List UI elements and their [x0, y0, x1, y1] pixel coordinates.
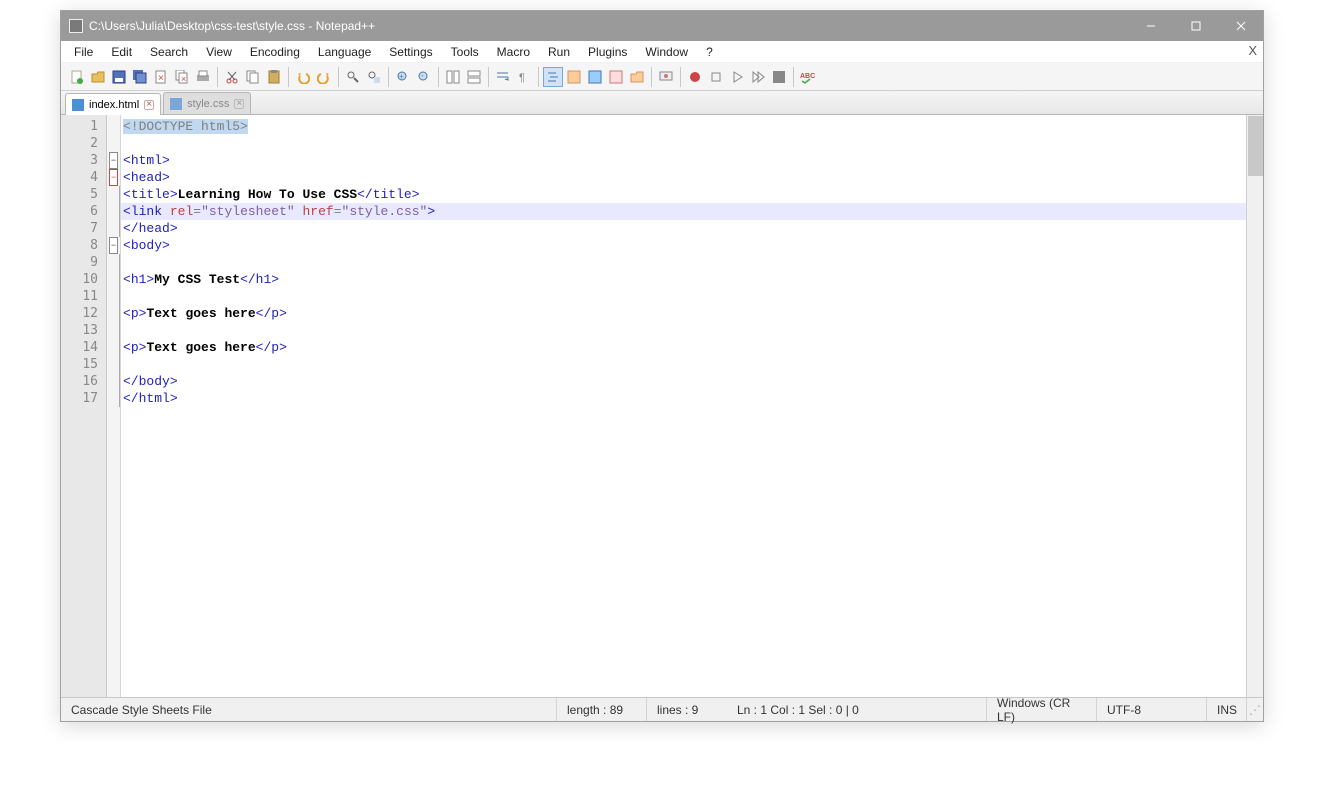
folder-icon[interactable] [627, 67, 647, 87]
sync-h-icon[interactable] [464, 67, 484, 87]
scrollbar-thumb[interactable] [1248, 116, 1263, 176]
new-file-icon[interactable] [67, 67, 87, 87]
vertical-scrollbar[interactable] [1246, 115, 1263, 697]
menu-settings[interactable]: Settings [380, 43, 441, 61]
minimize-button[interactable] [1128, 11, 1173, 41]
paste-icon[interactable] [264, 67, 284, 87]
tab-index-html[interactable]: index.html × [65, 93, 161, 115]
window-title: C:\Users\Julia\Desktop\css-test\style.cs… [89, 19, 1128, 33]
cut-icon[interactable] [222, 67, 242, 87]
tab-close-icon[interactable]: × [144, 100, 154, 110]
undo-icon[interactable] [293, 67, 313, 87]
func-list-icon[interactable] [606, 67, 626, 87]
menu-run[interactable]: Run [539, 43, 579, 61]
status-file-type: Cascade Style Sheets File [61, 698, 557, 721]
menu-tools[interactable]: Tools [442, 43, 488, 61]
menu-encoding[interactable]: Encoding [241, 43, 309, 61]
tab-style-css[interactable]: style.css × [163, 92, 251, 114]
maximize-button[interactable] [1173, 11, 1218, 41]
toolbar: × × + - ¶ ABC [61, 63, 1263, 91]
tab-close-icon[interactable]: × [234, 99, 244, 109]
line-number-gutter: 1234567891011121314151617 [61, 115, 107, 697]
menu-edit[interactable]: Edit [102, 43, 141, 61]
close-button[interactable] [1218, 11, 1263, 41]
play-icon[interactable] [727, 67, 747, 87]
menu-file[interactable]: File [65, 43, 102, 61]
status-insert-mode[interactable]: INS [1207, 698, 1247, 721]
tab-label: style.css [187, 98, 229, 110]
menu-view[interactable]: View [197, 43, 241, 61]
status-length: length : 89 [557, 698, 647, 721]
tab-label: index.html [89, 99, 139, 111]
close-file-icon[interactable]: × [151, 67, 171, 87]
find-icon[interactable] [343, 67, 363, 87]
udl-icon[interactable] [564, 67, 584, 87]
zoom-out-icon[interactable]: - [414, 67, 434, 87]
play-multi-icon[interactable] [748, 67, 768, 87]
notepadpp-window: C:\Users\Julia\Desktop\css-test\style.cs… [60, 10, 1264, 722]
print-icon[interactable] [193, 67, 213, 87]
svg-text:×: × [181, 74, 186, 84]
menubar: File Edit Search View Encoding Language … [61, 41, 1263, 63]
zoom-in-icon[interactable]: + [393, 67, 413, 87]
menu-search[interactable]: Search [141, 43, 197, 61]
svg-text:¶: ¶ [519, 72, 525, 84]
menu-macro[interactable]: Macro [488, 43, 539, 61]
menu-window[interactable]: Window [636, 43, 697, 61]
menu-language[interactable]: Language [309, 43, 380, 61]
status-encoding[interactable]: UTF-8 [1097, 698, 1207, 721]
spellcheck-icon[interactable]: ABC [798, 67, 818, 87]
monitor-icon[interactable] [656, 67, 676, 87]
svg-text:+: + [399, 72, 404, 81]
fold-box-icon[interactable]: − [109, 169, 118, 186]
redo-icon[interactable] [314, 67, 334, 87]
menu-plugins[interactable]: Plugins [579, 43, 636, 61]
save-all-icon[interactable] [130, 67, 150, 87]
statusbar: Cascade Style Sheets File length : 89 li… [61, 697, 1263, 721]
replace-icon[interactable] [364, 67, 384, 87]
fold-margin[interactable]: − − − [107, 115, 121, 697]
save-icon[interactable] [109, 67, 129, 87]
record-icon[interactable] [685, 67, 705, 87]
file-icon [72, 99, 84, 111]
status-position: Ln : 1 Col : 1 Sel : 0 | 0 [727, 698, 987, 721]
svg-text:×: × [158, 73, 164, 84]
fold-box-icon[interactable]: − [109, 237, 118, 254]
titlebar[interactable]: C:\Users\Julia\Desktop\css-test\style.cs… [61, 11, 1263, 41]
svg-text:ABC: ABC [800, 73, 815, 80]
stop-icon[interactable] [706, 67, 726, 87]
sync-v-icon[interactable] [443, 67, 463, 87]
file-icon [170, 98, 182, 110]
close-all-icon[interactable]: × [172, 67, 192, 87]
resize-grip-icon[interactable]: ⋰ [1247, 703, 1263, 717]
tab-strip: index.html × style.css × [61, 91, 1263, 115]
save-macro-icon[interactable] [769, 67, 789, 87]
doc-map-icon[interactable] [585, 67, 605, 87]
show-all-chars-icon[interactable]: ¶ [514, 67, 534, 87]
app-icon [69, 19, 83, 33]
editor-area[interactable]: 1234567891011121314151617 − − − <!DOCTYP… [61, 115, 1263, 697]
status-lines: lines : 9 [647, 698, 727, 721]
menu-help[interactable]: ? [697, 43, 722, 61]
document-close-x[interactable]: X [1248, 43, 1257, 58]
open-file-icon[interactable] [88, 67, 108, 87]
word-wrap-icon[interactable] [493, 67, 513, 87]
svg-text:-: - [421, 71, 424, 80]
status-eol[interactable]: Windows (CR LF) [987, 698, 1097, 721]
fold-box-icon[interactable]: − [109, 152, 118, 169]
indent-guide-icon[interactable] [543, 67, 563, 87]
copy-icon[interactable] [243, 67, 263, 87]
code-content[interactable]: <!DOCTYPE html5> <html> <head> <title>Le… [121, 115, 1246, 697]
